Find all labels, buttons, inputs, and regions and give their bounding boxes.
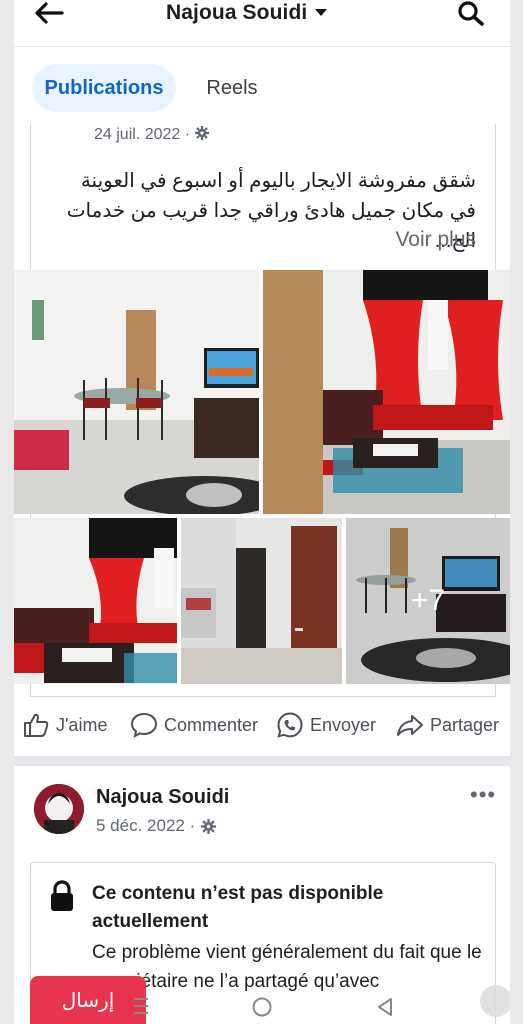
hallway-image xyxy=(181,518,342,684)
like-label: J'aime xyxy=(56,714,108,735)
see-more-link[interactable]: Voir plus xyxy=(395,228,476,252)
unavailable-title: Ce contenu n’est pas disponible actuelle… xyxy=(92,883,384,932)
comment-bubble-icon xyxy=(130,712,158,738)
dining-room-image xyxy=(14,270,259,514)
whatsapp-icon xyxy=(277,712,303,738)
share-label: Partager xyxy=(430,714,500,735)
feed-divider xyxy=(14,756,510,766)
home-circle-icon xyxy=(252,997,272,1017)
living-room-image xyxy=(263,270,510,514)
recent-apps-icon xyxy=(134,998,148,1014)
nav-back-button[interactable] xyxy=(375,996,395,1018)
floating-bubble-button[interactable] xyxy=(480,985,510,1017)
search-icon xyxy=(458,1,484,26)
lock-icon xyxy=(51,880,73,911)
like-button[interactable]: J'aime xyxy=(22,708,107,742)
post-date-text: 5 déc. 2022 · xyxy=(96,816,196,835)
post-author-name[interactable]: Najoua Souidi xyxy=(96,786,229,809)
photo-more[interactable]: +7 xyxy=(346,518,510,684)
arrow-left-icon xyxy=(35,2,64,24)
avatar[interactable] xyxy=(34,784,84,834)
profile-name-dropdown[interactable]: Najoua Souidi xyxy=(166,0,328,26)
back-triangle-icon xyxy=(378,998,392,1016)
top-bar: Najoua Souidi xyxy=(14,0,510,47)
unavailable-body: Ce problème vient généralement du fait q… xyxy=(92,942,482,992)
gear-icon xyxy=(201,818,217,834)
thumbs-up-icon xyxy=(24,713,49,737)
send-message-button[interactable]: إرسال xyxy=(30,976,146,1024)
photo-sofa[interactable] xyxy=(14,518,177,684)
nav-home-button[interactable] xyxy=(251,996,273,1018)
send-whatsapp-button[interactable]: Envoyer xyxy=(276,708,376,742)
sofa-image xyxy=(14,518,177,684)
post-date-text: 24 juil. 2022 · xyxy=(94,126,191,143)
post-menu-button[interactable]: ••• xyxy=(470,782,496,808)
photo-hallway[interactable] xyxy=(181,518,342,684)
share-arrow-icon xyxy=(397,715,423,736)
tab-publications[interactable]: Publications xyxy=(32,64,176,112)
comment-label: Commenter xyxy=(164,714,259,735)
nav-recents-button[interactable] xyxy=(132,996,150,1016)
tab-reels[interactable]: Reels xyxy=(192,64,272,112)
page-title: Najoua Souidi xyxy=(166,1,308,24)
photo-dining-room[interactable] xyxy=(14,270,259,514)
back-button[interactable] xyxy=(32,0,66,26)
avatar-image xyxy=(34,784,84,834)
post-date: 24 juil. 2022 · xyxy=(94,126,209,144)
gear-icon xyxy=(194,126,209,140)
photo-living-room[interactable] xyxy=(263,270,510,514)
comment-button[interactable]: Commenter xyxy=(130,708,258,742)
search-button[interactable] xyxy=(454,0,488,26)
caret-down-icon xyxy=(315,9,328,16)
more-photos-count: +7 xyxy=(346,518,510,684)
share-button[interactable]: Partager xyxy=(396,708,499,742)
post-date: 5 déc. 2022 · xyxy=(96,816,217,836)
send-label: Envoyer xyxy=(310,714,377,735)
page: Najoua Souidi Publications Reels 24 juil… xyxy=(14,0,510,1024)
